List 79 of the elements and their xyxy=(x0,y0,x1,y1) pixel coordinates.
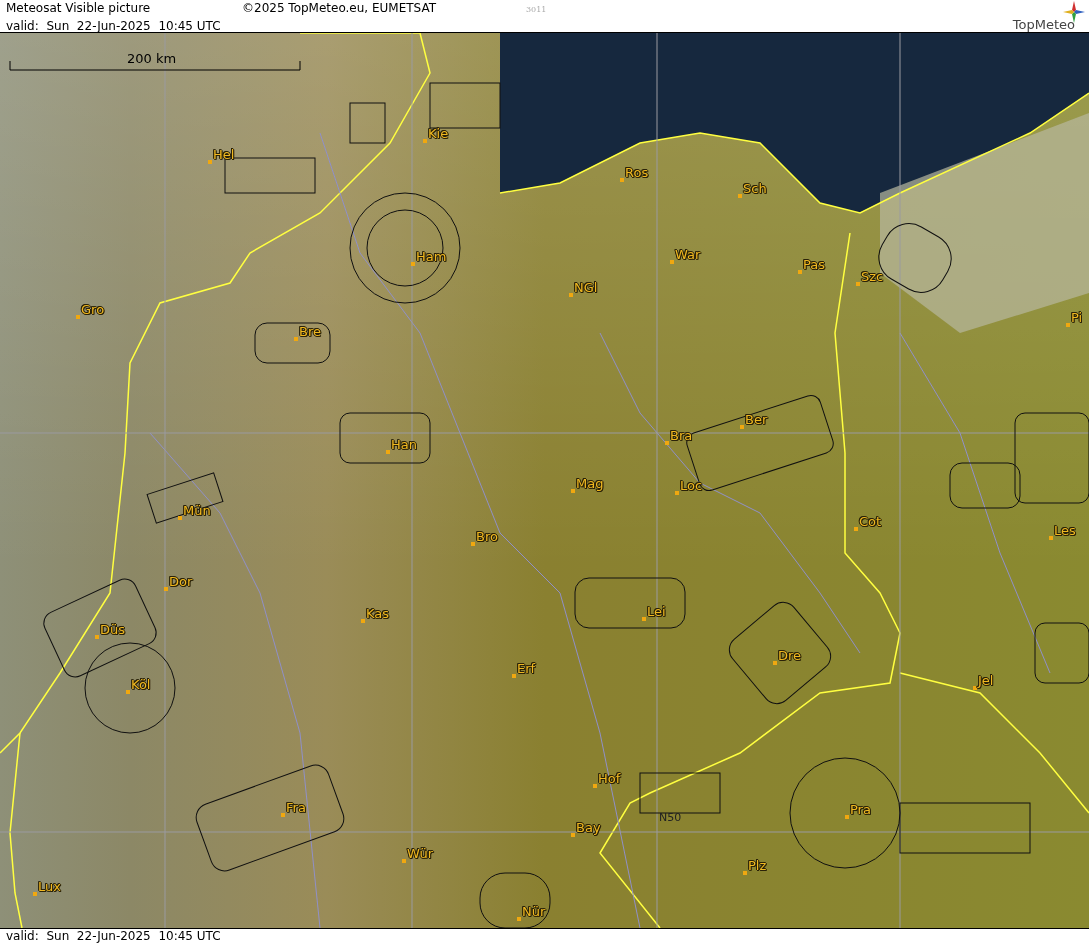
city-label: Köl xyxy=(131,677,151,692)
city-marker-icon xyxy=(665,441,669,445)
city-label: Les xyxy=(1054,523,1076,538)
city-label: War xyxy=(675,247,701,262)
city-label: Pas xyxy=(803,257,825,272)
city-label: Lux xyxy=(38,879,61,894)
city-label: Jel xyxy=(978,673,994,688)
city-label: Kie xyxy=(428,126,449,141)
city-marker-icon xyxy=(512,674,516,678)
city-marker-icon xyxy=(854,527,858,531)
city-label: Fra xyxy=(286,800,306,815)
city-label: Pra xyxy=(850,802,871,817)
city-label: Dre xyxy=(778,648,802,663)
city-marker-icon xyxy=(281,813,285,817)
city-label: Bro xyxy=(476,529,498,544)
city-marker-icon xyxy=(411,262,415,266)
city-marker-icon xyxy=(126,690,130,694)
city-label: Bre xyxy=(299,324,321,339)
city-marker-icon xyxy=(178,516,182,520)
city-label: Ros xyxy=(625,165,649,180)
city-marker-icon xyxy=(33,892,37,896)
city-marker-icon xyxy=(593,784,597,788)
city-label: Bay xyxy=(576,820,601,835)
city-label: Ber xyxy=(745,412,768,427)
city-label: Han xyxy=(391,437,417,452)
city-label: Plz xyxy=(748,858,767,873)
city-label: Hel xyxy=(213,147,235,162)
city-marker-icon xyxy=(423,139,427,143)
city-label: Kas xyxy=(366,606,390,621)
city-marker-icon xyxy=(973,686,977,690)
city-label: Bra xyxy=(670,428,693,443)
city-marker-icon xyxy=(294,337,298,341)
valid-time: valid: Sun 22-Jun-2025 10:45 UTC xyxy=(6,18,222,34)
product-title: Meteosat Visible picture xyxy=(6,0,152,16)
city-label: Sch xyxy=(743,181,767,196)
city-marker-icon xyxy=(620,178,624,182)
city-label: Gro xyxy=(81,302,105,317)
city-label: Pi xyxy=(1071,310,1083,325)
valid-time: valid: Sun 22-Jun-2025 10:45 UTC xyxy=(6,929,221,943)
city-marker-icon xyxy=(164,587,168,591)
city-label: Loc xyxy=(680,478,703,493)
city-label: Cot xyxy=(859,514,882,529)
city-marker-icon xyxy=(208,160,212,164)
city-marker-icon xyxy=(361,619,365,623)
city-marker-icon xyxy=(76,315,80,319)
city-label: Wür xyxy=(407,846,433,861)
city-marker-icon xyxy=(798,270,802,274)
city-marker-icon xyxy=(571,489,575,493)
city-marker-icon xyxy=(856,282,860,286)
city-marker-icon xyxy=(675,491,679,495)
city-marker-icon xyxy=(1049,536,1053,540)
city-marker-icon xyxy=(773,661,777,665)
scale-label: 200 km xyxy=(127,51,177,67)
copyright-text: ©2025 TopMeteo.eu, EUMETSAT xyxy=(242,0,438,16)
city-label: Dor xyxy=(169,574,193,589)
city-marker-icon xyxy=(386,450,390,454)
city-label: Mag xyxy=(576,476,604,491)
city-marker-icon xyxy=(402,859,406,863)
city-marker-icon xyxy=(517,917,521,921)
city-label: NGl xyxy=(574,280,598,295)
city-marker-icon xyxy=(845,815,849,819)
image-code: 3011 xyxy=(526,4,547,16)
city-marker-icon xyxy=(740,425,744,429)
city-label: Düs xyxy=(100,622,126,637)
latitude-label: N50 xyxy=(659,810,682,825)
city-marker-icon xyxy=(743,871,747,875)
logo-text: TopMeteo xyxy=(1012,17,1075,32)
city-marker-icon xyxy=(95,635,99,639)
city-marker-icon xyxy=(670,260,674,264)
city-label: Szc xyxy=(861,269,884,284)
city-marker-icon xyxy=(569,293,573,297)
city-label: Lei xyxy=(647,604,666,619)
city-marker-icon xyxy=(571,833,575,837)
city-marker-icon xyxy=(642,617,646,621)
city-label: Nür xyxy=(522,904,546,919)
city-marker-icon xyxy=(738,194,742,198)
city-label: Erf xyxy=(517,661,536,676)
city-marker-icon xyxy=(471,542,475,546)
city-marker-icon xyxy=(1066,323,1070,327)
